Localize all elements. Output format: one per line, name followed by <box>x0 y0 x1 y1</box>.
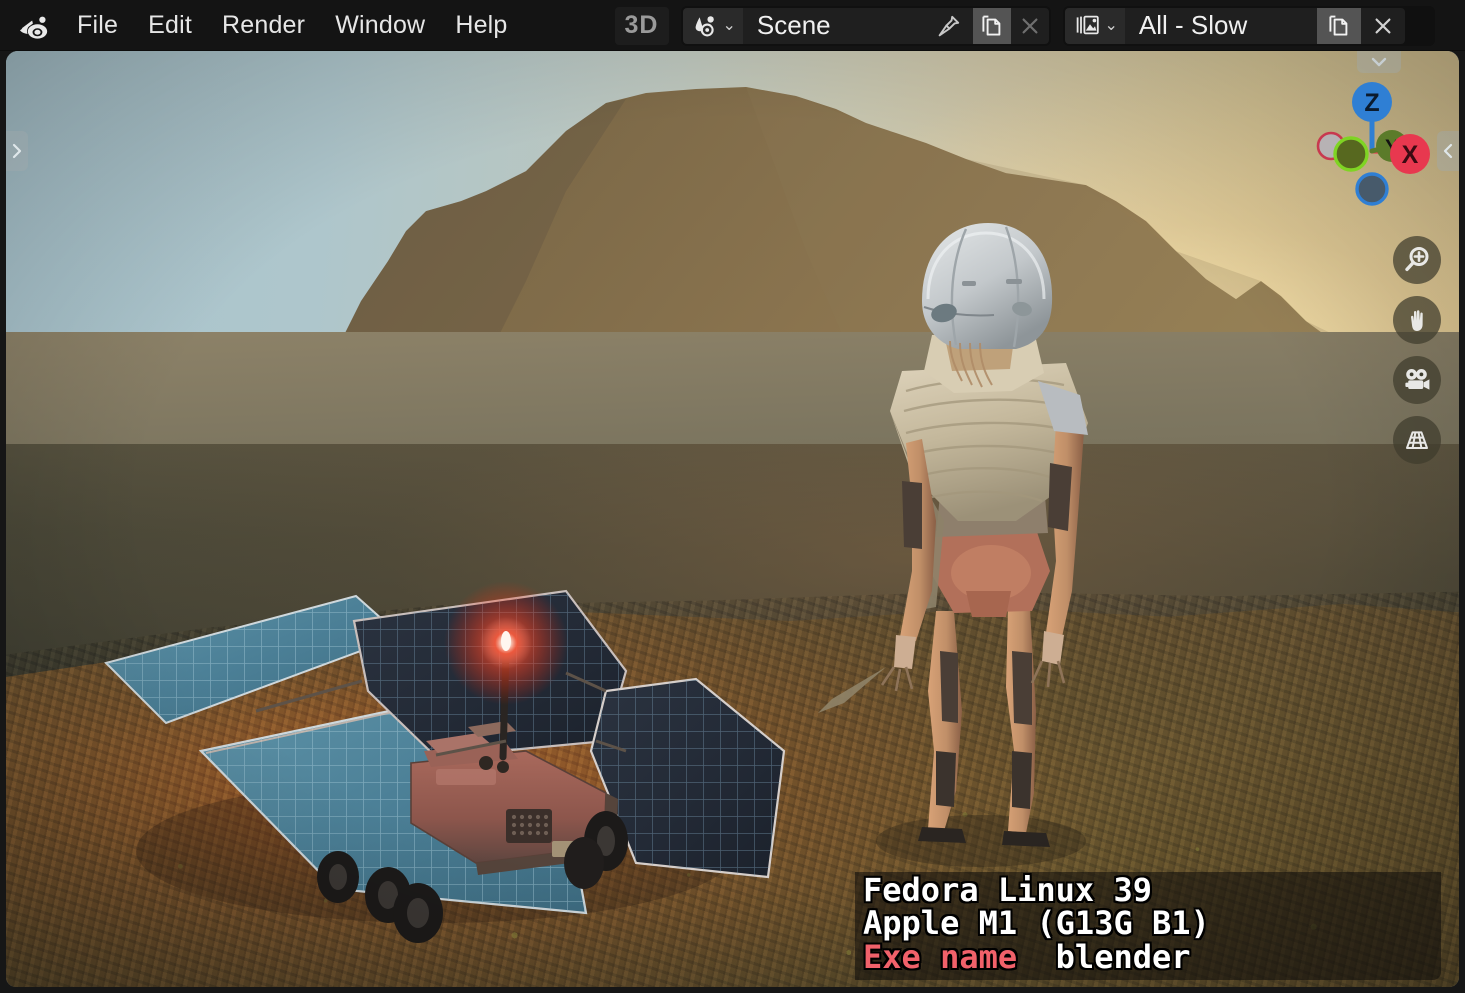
android-character <box>818 223 1088 867</box>
navigation-gizmo[interactable]: Y X Z <box>1307 76 1437 206</box>
scene-name-value: Scene <box>756 10 831 40</box>
editor-type-selector[interactable]: 3D <box>614 6 669 45</box>
pin-icon <box>938 15 960 36</box>
scene-browse-button[interactable]: ⌄ <box>682 7 743 44</box>
remove-viewlayer-button[interactable] <box>1360 7 1405 44</box>
camera-icon <box>1405 369 1430 390</box>
menu-bar: File Edit Render Window Help <box>62 7 523 44</box>
rover-solar-panel-far-left <box>104 594 403 725</box>
android-legs <box>918 607 1050 847</box>
viewlayer-browse-button[interactable]: ⌄ <box>1064 7 1125 44</box>
hand-icon <box>1411 310 1423 331</box>
duplicate-icon <box>1329 15 1348 36</box>
scene-objects-layer <box>104 223 1088 943</box>
scene-name-field[interactable]: Scene <box>742 7 925 44</box>
zoom-tool-button[interactable] <box>1393 236 1441 284</box>
sysinfo-exe-value: blender <box>1017 937 1191 976</box>
rover-model <box>104 581 786 943</box>
viewlayer-name-field[interactable]: All - Slow <box>1124 7 1317 44</box>
editor-type-label: 3D <box>624 11 659 39</box>
new-scene-button[interactable] <box>972 7 1011 44</box>
toggle-projection-button[interactable] <box>1393 416 1441 464</box>
topbar: File Edit Render Window Help 3D ⌄ Scene <box>0 0 1465 51</box>
menu-file[interactable]: File <box>62 7 133 44</box>
sysinfo-os: Fedora Linux 39 <box>863 871 1152 909</box>
sysinfo-exe-label: Exe name <box>863 937 1018 976</box>
close-icon <box>1375 18 1391 33</box>
tab-sidebar-right[interactable] <box>1437 131 1459 171</box>
magnifier-plus-icon <box>1405 247 1429 272</box>
viewlayer-datablock-widget: ⌄ All - Slow <box>1062 5 1435 46</box>
duplicate-icon <box>982 15 1001 36</box>
viewlayer-name-value: All - Slow <box>1138 10 1248 40</box>
menu-help[interactable]: Help <box>440 7 522 44</box>
menu-edit[interactable]: Edit <box>133 7 207 44</box>
camera-view-button[interactable] <box>1393 356 1441 404</box>
sysinfo-cpu: Apple M1 (G13G B1) <box>863 904 1210 943</box>
axis-z-label: Z <box>1364 89 1379 117</box>
tab-header-top[interactable] <box>1357 51 1401 73</box>
system-info-overlay: Fedora Linux 39 Apple M1 (G13G B1) Exe n… <box>855 872 1441 980</box>
android-held-object <box>818 667 886 713</box>
blender-window: File Edit Render Window Help 3D ⌄ Scene <box>0 0 1465 993</box>
chevron-down-icon <box>1371 57 1387 67</box>
scene-data-icon <box>695 15 714 36</box>
close-icon <box>1022 18 1038 33</box>
pan-tool-button[interactable] <box>1393 296 1441 344</box>
view-layer-icon <box>1076 15 1099 34</box>
chevron-down-icon: ⌄ <box>722 16 736 34</box>
axis-y-negative[interactable] <box>1333 136 1369 172</box>
3d-viewport[interactable]: Y X Z <box>6 51 1459 987</box>
new-viewlayer-button[interactable] <box>1316 7 1361 44</box>
axis-z-negative[interactable] <box>1355 172 1389 206</box>
chevron-down-icon: ⌄ <box>1104 16 1118 34</box>
viewport-tool-buttons <box>1393 236 1441 464</box>
axis-x-label: X <box>1402 141 1419 169</box>
menu-render[interactable]: Render <box>207 7 320 44</box>
menu-window[interactable]: Window <box>320 7 440 44</box>
pin-scene-button[interactable] <box>924 7 973 44</box>
blender-logo-icon[interactable] <box>16 7 54 45</box>
chevron-right-icon <box>12 143 22 159</box>
chevron-left-icon <box>1443 143 1453 159</box>
tab-toolbar-left[interactable] <box>6 131 28 171</box>
grid-perspective-icon <box>1406 431 1428 449</box>
scene-datablock-widget: ⌄ Scene <box>680 5 1051 46</box>
unlink-scene-button[interactable] <box>1010 7 1049 44</box>
sysinfo-exe: Exe name blender <box>863 937 1433 976</box>
